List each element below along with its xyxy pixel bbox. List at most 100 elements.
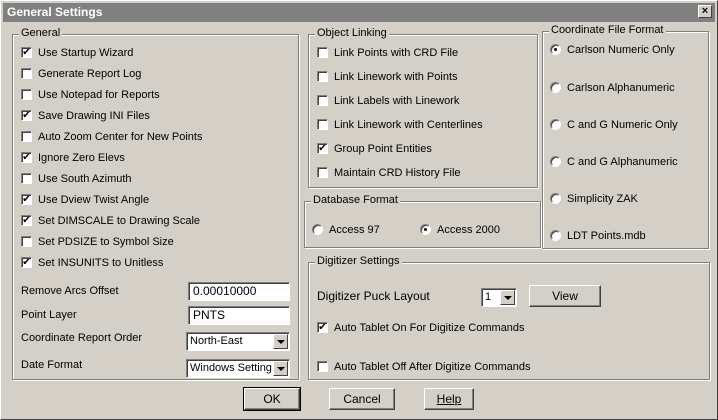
checkbox-box[interactable]: ✔ [21, 214, 32, 226]
checkbox-label: Save Drawing INI Files [38, 110, 150, 122]
checkbox-box[interactable]: ✔ [317, 142, 328, 154]
digitizer-puck-layout-select[interactable]: 1 [481, 288, 517, 307]
coordinate-file-format-group: Coordinate File Format [542, 24, 709, 249]
auto-tablet-off-checkbox[interactable]: Auto Tablet Off After Digitize Commands [317, 360, 530, 376]
checkbox-label: Use Startup Wizard [38, 47, 134, 59]
radio-button[interactable] [550, 155, 561, 167]
checkbox-box[interactable] [317, 94, 328, 106]
checkbox-box[interactable] [21, 235, 32, 247]
radio-button[interactable] [550, 81, 561, 93]
checkbox-box[interactable] [21, 88, 32, 100]
radio-button[interactable] [550, 43, 561, 55]
radio-carlson-numeric-only[interactable]: Carlson Numeric Only [550, 43, 675, 59]
coordinate-report-order-value: North-East [190, 335, 243, 347]
cancel-button[interactable]: Cancel [329, 388, 395, 410]
radio-button[interactable] [312, 223, 323, 235]
point-layer-input[interactable]: PNTS [188, 306, 290, 325]
radio-button[interactable] [550, 229, 561, 241]
checkbox-use-notepad-for-reports[interactable]: Use Notepad for Reports [21, 88, 160, 104]
checkbox-box[interactable]: ✔ [21, 193, 32, 205]
checkbox-box[interactable]: ✔ [317, 321, 328, 333]
general-settings-dialog: General Settings × General ✔ Use Startup … [0, 0, 718, 420]
checkbox-label: Set PDSIZE to Symbol Size [38, 236, 174, 248]
radio-label: C and G Alphanumeric [567, 156, 678, 168]
date-format-label: Date Format [21, 359, 83, 371]
checkbox-box[interactable] [21, 172, 32, 184]
checkbox-box[interactable]: ✔ [21, 46, 32, 58]
help-button[interactable]: Help [424, 388, 474, 410]
chevron-down-icon[interactable] [273, 334, 288, 349]
checkbox-label: Set INSUNITS to Unitless [38, 257, 164, 269]
auto-tablet-on-checkbox[interactable]: ✔ Auto Tablet On For Digitize Commands [317, 321, 525, 337]
view-button[interactable]: View [529, 285, 601, 307]
checkbox-label: Group Point Entities [334, 143, 432, 155]
checkbox-ignore-zero-elevs[interactable]: ✔ Ignore Zero Elevs [21, 151, 125, 167]
coordinate-file-format-legend: Coordinate File Format [549, 24, 666, 36]
checkbox-group-point-entities[interactable]: ✔ Group Point Entities [317, 142, 432, 158]
coordinate-report-order-select[interactable]: North-East [186, 332, 290, 351]
auto-tablet-on-label: Auto Tablet On For Digitize Commands [334, 322, 525, 334]
radio-access-97[interactable]: Access 97 [312, 223, 380, 239]
ok-button[interactable]: OK [243, 387, 301, 411]
radio-access-2000[interactable]: Access 2000 [420, 223, 500, 239]
checkbox-label: Link Linework with Points [334, 71, 458, 83]
checkbox-link-linework-with-centerlines[interactable]: Link Linework with Centerlines [317, 118, 483, 134]
radio-label: Access 97 [329, 224, 380, 236]
checkbox-use-south-azimuth[interactable]: Use South Azimuth [21, 172, 132, 188]
chevron-down-icon[interactable] [500, 290, 515, 305]
radio-button[interactable] [550, 118, 561, 130]
radio-label: C and G Numeric Only [567, 119, 678, 131]
checkbox-box[interactable] [21, 130, 32, 142]
checkbox-box[interactable] [317, 166, 328, 178]
checkbox-set-pdsize-to-symbol-size[interactable]: Set PDSIZE to Symbol Size [21, 235, 174, 251]
radio-label: Access 2000 [437, 224, 500, 236]
checkbox-box[interactable]: ✔ [21, 109, 32, 121]
checkbox-set-dimscale-to-drawing-scale[interactable]: ✔ Set DIMSCALE to Drawing Scale [21, 214, 200, 230]
checkbox-label: Use Notepad for Reports [38, 89, 160, 101]
remove-arcs-offset-input[interactable]: 0.00010000 [188, 282, 290, 301]
checkbox-label: Ignore Zero Elevs [38, 152, 125, 164]
checkbox-set-insunits-to-unitless[interactable]: ✔ Set INSUNITS to Unitless [21, 256, 163, 272]
checkbox-maintain-crd-history-file[interactable]: Maintain CRD History File [317, 166, 461, 182]
radio-c-and-g-numeric-only[interactable]: C and G Numeric Only [550, 118, 678, 134]
object-linking-legend: Object Linking [315, 27, 389, 39]
checkbox-generate-report-log[interactable]: Generate Report Log [21, 67, 141, 83]
checkbox-auto-zoom-center-for-new-points[interactable]: Auto Zoom Center for New Points [21, 130, 202, 146]
checkbox-label: Generate Report Log [38, 68, 142, 80]
close-icon[interactable]: × [698, 5, 712, 18]
radio-simplicity-zak[interactable]: Simplicity ZAK [550, 192, 638, 208]
checkbox-label: Link Linework with Centerlines [334, 119, 483, 131]
checkbox-box[interactable] [317, 118, 328, 130]
checkbox-use-startup-wizard[interactable]: ✔ Use Startup Wizard [21, 46, 133, 62]
radio-label: Carlson Numeric Only [567, 44, 675, 56]
checkbox-save-drawing-ini-files[interactable]: ✔ Save Drawing INI Files [21, 109, 150, 125]
checkbox-box[interactable] [21, 67, 32, 79]
point-layer-label: Point Layer [21, 309, 77, 321]
checkbox-box[interactable] [317, 360, 328, 372]
checkbox-label: Link Labels with Linework [334, 95, 460, 107]
checkbox-box[interactable]: ✔ [21, 151, 32, 163]
chevron-down-icon[interactable] [273, 361, 288, 376]
title-bar: General Settings × [3, 3, 715, 22]
radio-label: Carlson Alphanumeric [567, 82, 675, 94]
date-format-select[interactable]: Windows Setting [186, 359, 290, 378]
checkbox-link-labels-with-linework[interactable]: Link Labels with Linework [317, 94, 459, 110]
checkbox-box[interactable] [317, 70, 328, 82]
general-legend: General [19, 27, 63, 39]
checkbox-use-dview-twist-angle[interactable]: ✔ Use Dview Twist Angle [21, 193, 149, 209]
radio-ldt-points-mdb[interactable]: LDT Points.mdb [550, 229, 646, 245]
checkbox-box[interactable]: ✔ [21, 256, 32, 268]
date-format-value: Windows Setting [190, 362, 272, 374]
radio-button[interactable] [550, 192, 561, 204]
checkbox-label: Use Dview Twist Angle [38, 194, 150, 206]
radio-button[interactable] [420, 223, 431, 235]
checkbox-box[interactable] [317, 46, 328, 58]
checkbox-label: Link Points with CRD File [334, 47, 459, 59]
checkbox-link-linework-with-points[interactable]: Link Linework with Points [317, 70, 458, 86]
remove-arcs-offset-label: Remove Arcs Offset [21, 285, 119, 297]
radio-label: LDT Points.mdb [567, 230, 646, 242]
radio-c-and-g-alphanumeric[interactable]: C and G Alphanumeric [550, 155, 678, 171]
radio-carlson-alphanumeric[interactable]: Carlson Alphanumeric [550, 81, 675, 97]
checkbox-label: Set DIMSCALE to Drawing Scale [38, 215, 201, 227]
checkbox-link-points-with-crd-file[interactable]: Link Points with CRD File [317, 46, 458, 62]
